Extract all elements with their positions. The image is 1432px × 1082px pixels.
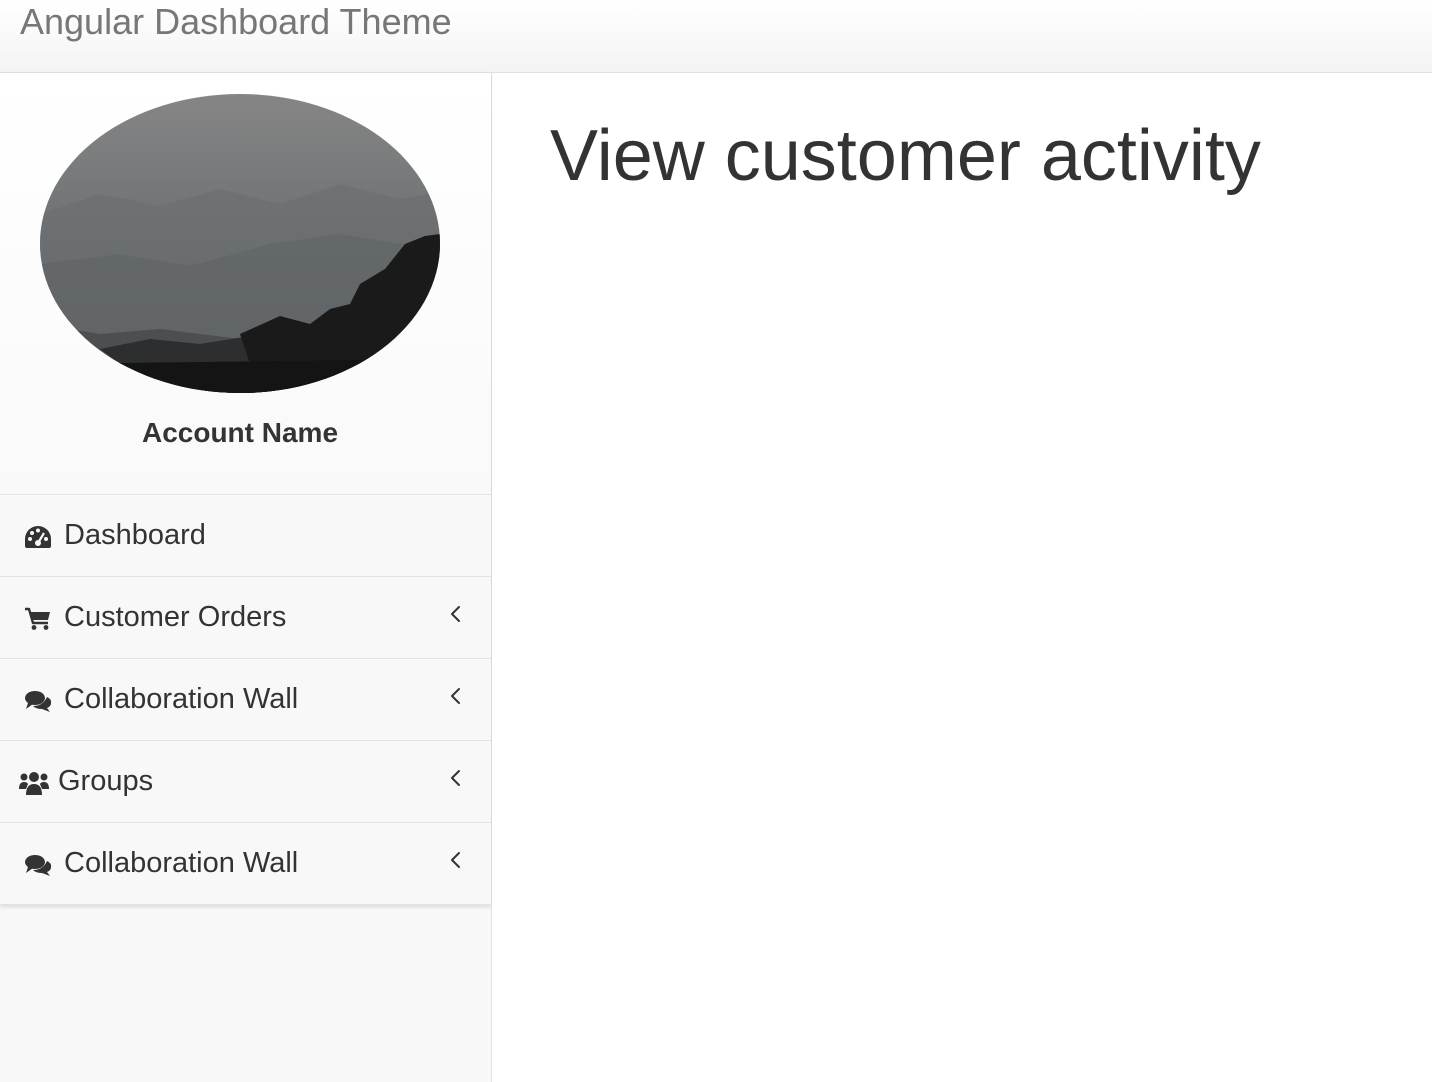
dashboard-icon (22, 522, 54, 552)
sidebar-item-label: Customer Orders (64, 601, 287, 633)
sidebar-nav: Dashboard Customer Orders Collaboration … (0, 494, 491, 905)
sidebar-item-dashboard[interactable]: Dashboard (0, 495, 491, 577)
comments-icon (22, 686, 54, 716)
account-name: Account Name (141, 417, 339, 448)
avatar-image (40, 94, 440, 393)
top-navbar: Angular Dashboard Theme (0, 0, 1432, 73)
sidebar: Account Name Dashboard Customer Orders C… (0, 73, 492, 1082)
sidebar-item-collaboration-wall-2[interactable]: Collaboration Wall (0, 823, 491, 905)
sidebar-item-groups[interactable]: Groups (0, 741, 491, 823)
brand-link[interactable]: Angular Dashboard Theme (20, 2, 452, 42)
chevron-left-icon (451, 688, 460, 704)
users-icon (18, 768, 50, 798)
sidebar-item-label: Groups (58, 765, 154, 797)
chevron-left-icon (451, 770, 460, 786)
comments-icon (22, 850, 54, 880)
page-title: View customer activity (550, 116, 1261, 196)
shopping-cart-icon (22, 604, 54, 634)
avatar[interactable] (40, 94, 440, 393)
sidebar-item-collaboration-wall[interactable]: Collaboration Wall (0, 659, 491, 741)
main-content: View customer activity (492, 73, 1432, 1082)
sidebar-panel: Account Name Dashboard Customer Orders C… (0, 73, 491, 905)
sidebar-item-label: Collaboration Wall (64, 683, 299, 715)
sidebar-item-label: Collaboration Wall (64, 847, 299, 879)
chevron-left-icon (451, 606, 460, 622)
sidebar-item-label: Dashboard (64, 519, 206, 551)
sidebar-item-customer-orders[interactable]: Customer Orders (0, 577, 491, 659)
chevron-left-icon (451, 852, 460, 868)
